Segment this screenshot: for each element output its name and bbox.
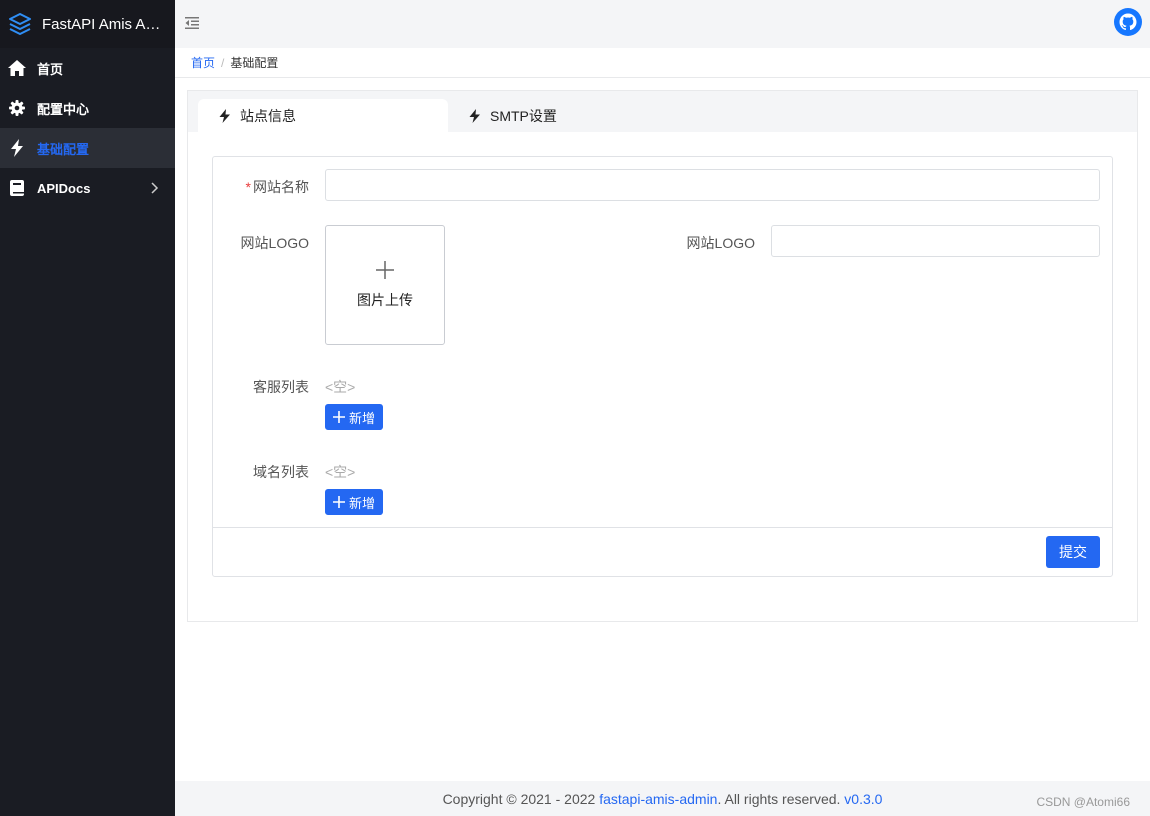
logo-icon xyxy=(9,13,31,35)
site-logo-url-label: 网站LOGO xyxy=(686,235,755,251)
add-service-button[interactable]: 新增 xyxy=(325,404,383,430)
bolt-icon xyxy=(469,109,480,123)
home-icon xyxy=(8,59,26,77)
submit-button[interactable]: 提交 xyxy=(1046,536,1100,568)
tabs-panel: 站点信息 SMTP设置 * 网站名称 网站LOGO 图片上传 网站LOGO 客服列… xyxy=(187,90,1138,622)
sidebar: FastAPI Amis Admin 首页 配置中心 基础配置 APIDocs xyxy=(0,0,175,816)
site-name-label: * 网站名称 xyxy=(245,179,309,195)
sidebar-item-label: 首页 xyxy=(37,61,64,77)
breadcrumb-separator: / xyxy=(221,55,225,70)
tab-label: SMTP设置 xyxy=(490,108,557,124)
app-title: FastAPI Amis Admin xyxy=(42,15,167,33)
tab-smtp-settings[interactable]: SMTP设置 xyxy=(448,99,608,133)
bolt-icon xyxy=(219,109,230,123)
upload-text: 图片上传 xyxy=(357,292,413,308)
sidebar-item-basic-config[interactable]: 基础配置 xyxy=(0,128,175,168)
sidebar-item-label: APIDocs xyxy=(37,180,91,196)
tab-site-info[interactable]: 站点信息 xyxy=(198,99,448,133)
gear-icon xyxy=(8,99,26,117)
project-link[interactable]: fastapi-amis-admin xyxy=(599,791,717,807)
sidebar-item-label: 配置中心 xyxy=(37,101,90,117)
version-link[interactable]: v0.3.0 xyxy=(844,791,882,807)
service-list-empty: <空> xyxy=(325,379,356,395)
domain-list-label: 域名列表 xyxy=(253,464,309,480)
topbar xyxy=(175,0,1150,48)
bolt-icon xyxy=(8,139,26,157)
add-domain-button[interactable]: 新增 xyxy=(325,489,383,515)
chevron-right-icon[interactable] xyxy=(147,181,161,195)
breadcrumb-home-link[interactable]: 首页 xyxy=(191,54,215,71)
sidebar-item-label: 基础配置 xyxy=(37,141,90,157)
page-footer: Copyright © 2021 - 2022 fastapi-amis-adm… xyxy=(175,781,1150,816)
copyright-text: Copyright © 2021 - 2022 xyxy=(442,790,600,807)
book-icon xyxy=(8,179,26,197)
sidebar-item-home[interactable]: 首页 xyxy=(0,48,175,88)
breadcrumb: 首页 / 基础配置 xyxy=(175,48,1150,78)
sidebar-item-apidocs[interactable]: APIDocs xyxy=(0,168,175,208)
site-name-input[interactable] xyxy=(325,169,1100,201)
sidebar-item-config-center[interactable]: 配置中心 xyxy=(0,88,175,128)
form-card: * 网站名称 网站LOGO 图片上传 网站LOGO 客服列表 <空> 新增 域名列… xyxy=(212,156,1113,577)
plus-icon xyxy=(376,261,394,279)
plus-icon xyxy=(332,411,345,423)
domain-list-empty: <空> xyxy=(325,464,356,480)
service-list-label: 客服列表 xyxy=(253,379,309,395)
tab-bar: 站点信息 SMTP设置 xyxy=(188,91,1137,133)
form-footer: 提交 xyxy=(213,527,1112,577)
site-logo-url-input[interactable] xyxy=(771,225,1100,257)
github-icon[interactable] xyxy=(1114,8,1142,36)
plus-icon xyxy=(332,496,345,508)
watermark: CSDN @Atomi66 xyxy=(1036,795,1130,809)
required-mark: * xyxy=(245,179,251,195)
add-button-label: 新增 xyxy=(348,495,375,511)
image-upload-button[interactable]: 图片上传 xyxy=(325,225,445,345)
tab-label: 站点信息 xyxy=(240,108,296,124)
breadcrumb-current: 基础配置 xyxy=(230,56,279,70)
site-logo-label: 网站LOGO xyxy=(240,235,309,251)
sidebar-toggle-icon[interactable] xyxy=(185,16,199,30)
add-button-label: 新增 xyxy=(348,410,375,426)
rights-text: . All rights reserved. xyxy=(717,790,845,807)
brand[interactable]: FastAPI Amis Admin xyxy=(0,0,175,48)
